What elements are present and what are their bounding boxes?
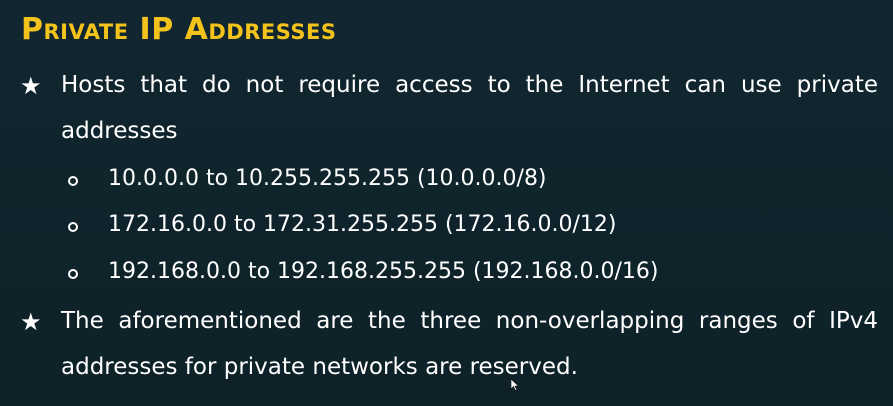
slide: Private IP Addresses ★ Hosts that do not… <box>0 0 893 406</box>
sub-item-2: 172.16.0.0 to 172.31.255.255 (172.16.0.0… <box>108 212 617 237</box>
slide-title: Private IP Addresses <box>21 12 337 47</box>
hollow-circle-icon <box>68 269 78 279</box>
bullet-text-2: The aforementioned are the three non-ove… <box>61 308 878 380</box>
hollow-circle-icon <box>68 222 78 232</box>
mouse-cursor-icon <box>511 379 519 391</box>
bullet-text-1: Hosts that do not require access to the … <box>61 72 878 144</box>
sub-item-3: 192.168.0.0 to 192.168.255.255 (192.168.… <box>108 259 659 284</box>
hollow-circle-icon <box>68 176 78 186</box>
star-icon: ★ <box>20 72 42 100</box>
star-icon: ★ <box>20 308 42 336</box>
sub-item-1: 10.0.0.0 to 10.255.255.255 (10.0.0.0/8) <box>108 166 547 191</box>
